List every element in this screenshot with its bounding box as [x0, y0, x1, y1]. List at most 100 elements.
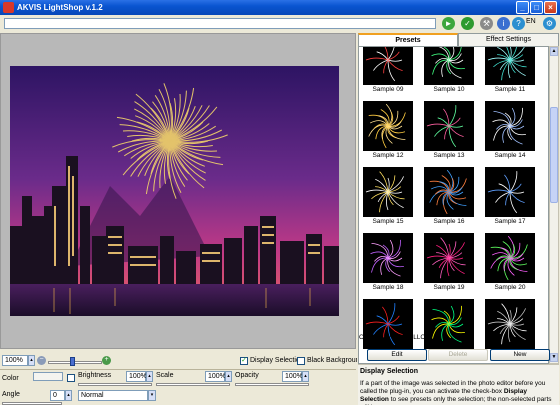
gallery-scrollbar[interactable]: ▲ ▼	[549, 46, 559, 364]
preset-label: Sample 12	[372, 152, 404, 159]
preset-preview-image	[485, 167, 535, 217]
minimize-button[interactable]: _	[516, 1, 529, 14]
opacity-slider[interactable]	[235, 383, 309, 386]
maximize-button[interactable]: □	[530, 1, 543, 14]
info-icon[interactable]: i	[497, 17, 510, 30]
preset-thumbnail[interactable]: Sample 16	[424, 167, 474, 225]
scale-slider[interactable]	[156, 383, 230, 386]
preset-ray	[387, 323, 403, 326]
preset-ray	[509, 191, 525, 194]
preset-ray	[502, 125, 511, 143]
brightness-field[interactable]: 100%	[126, 371, 147, 382]
color-label: Color	[2, 375, 19, 382]
preset-ray	[508, 59, 511, 79]
preset-thumbnail[interactable]	[485, 299, 535, 350]
preset-ray	[487, 57, 511, 61]
preset-label: Sample 15	[372, 218, 404, 225]
new-button[interactable]: New	[490, 349, 550, 361]
preview-image[interactable]	[10, 66, 339, 316]
preset-ray	[487, 189, 511, 193]
preset-ray	[382, 306, 389, 325]
tab-effect-settings[interactable]: Effect Settings	[458, 33, 559, 46]
preset-ray	[504, 174, 511, 193]
preset-ray	[509, 191, 518, 214]
preset-ray	[443, 108, 450, 127]
apply-icon[interactable]: ✓	[461, 17, 474, 30]
tools-icon[interactable]: ⚒	[480, 17, 493, 30]
zoom-slider-handle[interactable]	[70, 357, 75, 366]
opacity-label: Opacity	[235, 372, 259, 379]
preset-ray	[444, 125, 450, 140]
preset-thumbnail[interactable]: Sample 12	[363, 101, 413, 159]
preset-ray	[509, 125, 526, 136]
preset-thumbnail[interactable]: Sample 11	[485, 47, 535, 93]
preset-ray	[426, 123, 450, 127]
display-selection-checkbox[interactable]: ✓	[240, 357, 248, 365]
preset-gallery: Sample 09 Sample 10 Sample 11 Sample 12 Samp…	[358, 46, 549, 364]
preset-preview-image	[424, 299, 474, 349]
preset-ray	[365, 57, 389, 61]
settings-icon[interactable]: ⚙	[543, 17, 556, 30]
path-field[interactable]	[4, 18, 436, 29]
preset-thumbnail[interactable]: Sample 15	[363, 167, 413, 225]
preset-thumbnail[interactable]: Sample 10	[424, 47, 474, 93]
preset-ray	[426, 255, 450, 259]
zoom-field[interactable]: 100%	[2, 355, 28, 366]
preset-thumbnail[interactable]	[363, 299, 413, 350]
scale-spin-icon[interactable]: ▴	[225, 371, 232, 382]
preset-ray	[387, 177, 390, 193]
preset-preview-image	[424, 101, 474, 151]
run-icon[interactable]: ►	[442, 17, 455, 30]
opacity-spin-icon[interactable]: ▴	[302, 371, 309, 382]
preset-thumbnail[interactable]: Sample 13	[424, 101, 474, 159]
help-icon[interactable]: ?	[512, 17, 525, 30]
blend-mode-dropdown-icon[interactable]: ▾	[148, 390, 156, 401]
preset-ray	[432, 309, 450, 325]
preset-thumbnail[interactable]: Sample 09	[363, 47, 413, 93]
angle-field[interactable]: 0	[50, 390, 65, 401]
preset-ray	[448, 305, 462, 325]
scroll-down-icon[interactable]: ▼	[550, 353, 558, 362]
preset-thumbnail[interactable]: Sample 19	[424, 233, 474, 291]
toolbar: ► ✓ ⚒ i ? EN ⚙	[0, 15, 560, 32]
scroll-up-icon[interactable]: ▲	[550, 47, 558, 56]
image-workspace[interactable]	[0, 33, 356, 349]
preset-thumbnail[interactable]: Sample 14	[485, 101, 535, 159]
preset-ray	[493, 111, 511, 127]
zoom-in-icon[interactable]: +	[102, 356, 111, 365]
preset-ray	[380, 257, 389, 275]
preset-preview-image	[424, 47, 474, 85]
blend-mode-select[interactable]: Normal	[78, 390, 148, 401]
brightness-checkbox[interactable]	[67, 374, 75, 382]
delete-button[interactable]: Delete	[428, 349, 488, 361]
zoom-out-icon[interactable]: −	[37, 356, 46, 365]
preset-label: Sample 10	[433, 86, 465, 93]
color-swatch[interactable]	[33, 372, 63, 381]
brightness-spin-icon[interactable]: ▴	[146, 371, 153, 382]
tab-presets[interactable]: Presets	[358, 33, 458, 46]
black-background-checkbox[interactable]	[297, 357, 305, 365]
preset-ray	[387, 51, 400, 61]
zoom-spin-icon[interactable]: ▴	[28, 355, 35, 366]
scroll-thumb[interactable]	[550, 107, 558, 203]
presets-panel: Presets Effect Settings Sample 09 Sample …	[357, 33, 560, 405]
preset-ray	[509, 183, 522, 193]
preset-label: Sample 18	[372, 284, 404, 291]
preset-ray	[448, 125, 457, 148]
edit-button[interactable]: Edit	[367, 349, 427, 361]
preset-preview-image	[485, 299, 535, 349]
angle-spin-icon[interactable]: ▴	[65, 390, 72, 401]
opacity-field[interactable]: 100%	[282, 371, 303, 382]
preset-thumbnail[interactable]: Sample 18	[363, 233, 413, 291]
scale-field[interactable]: 100%	[205, 371, 226, 382]
close-button[interactable]: ×	[544, 1, 557, 14]
preset-ray	[448, 243, 451, 259]
zoom-slider[interactable]	[48, 361, 102, 364]
preset-ray	[438, 47, 450, 61]
language-selector[interactable]: EN	[526, 18, 536, 25]
preset-thumbnail[interactable]: Sample 20	[485, 233, 535, 291]
zoom-bar: 100% ▴ − + ✓ Display Selection Black Bac…	[0, 352, 363, 368]
preset-thumbnail[interactable]: Sample 17	[485, 167, 535, 225]
preset-thumbnail[interactable]	[424, 299, 474, 350]
brightness-slider[interactable]	[78, 383, 152, 386]
